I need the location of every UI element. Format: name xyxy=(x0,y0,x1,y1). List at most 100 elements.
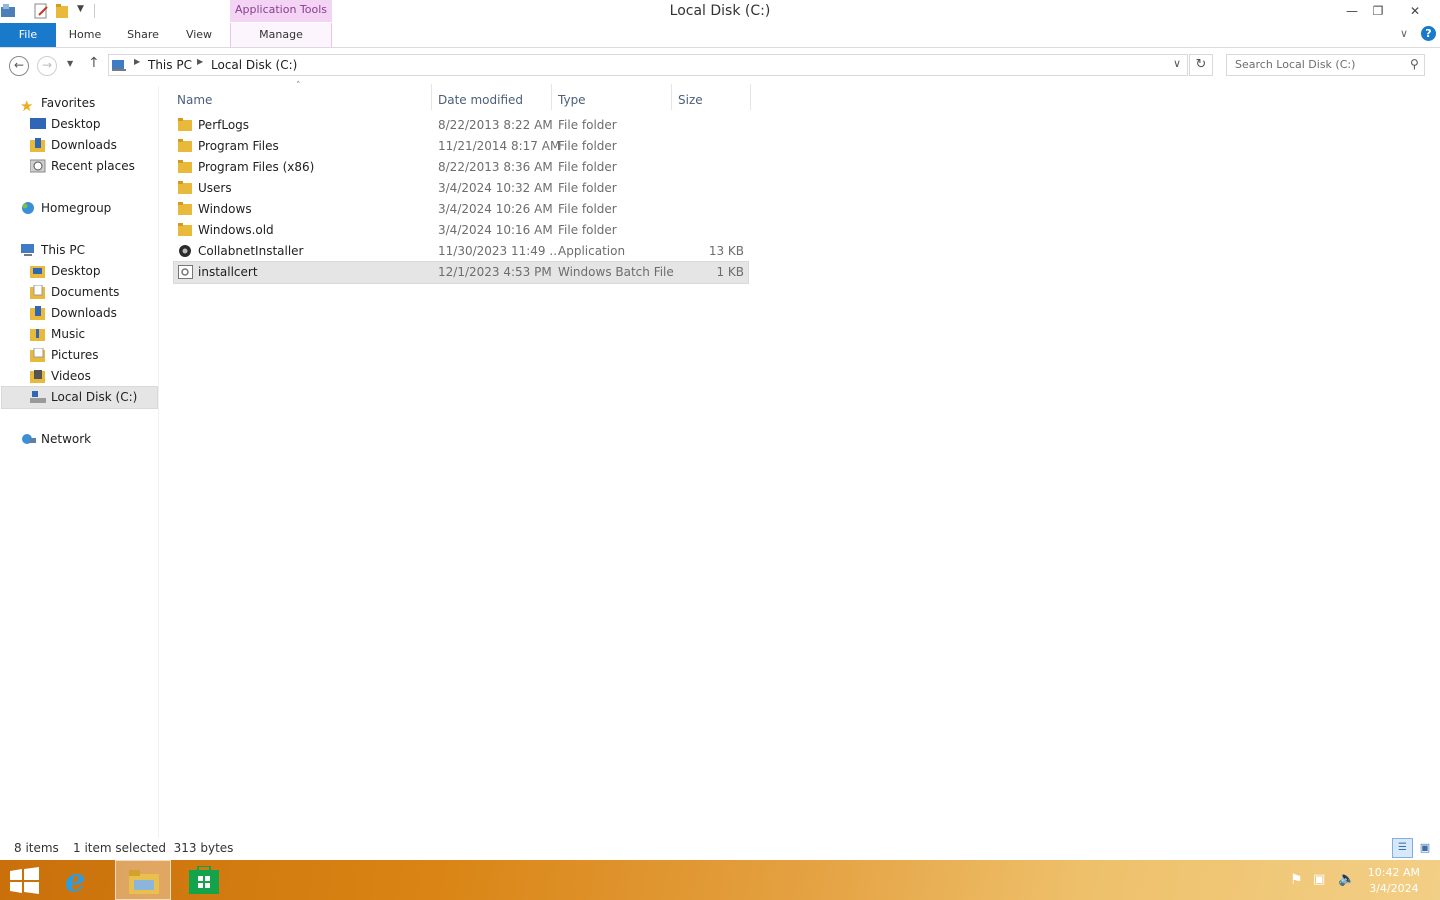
nav-pc-videos[interactable]: Videos xyxy=(30,366,91,387)
clock-time: 10:42 AM xyxy=(1367,866,1420,879)
network-status-icon[interactable]: ▣ xyxy=(1313,872,1325,887)
nav-fav-downloads[interactable]: Downloads xyxy=(30,135,117,156)
recent-places-icon xyxy=(30,159,46,172)
refresh-icon[interactable]: ↻ xyxy=(1189,54,1213,76)
nav-pc-pictures[interactable]: Pictures xyxy=(30,345,99,366)
nav-item-label: Videos xyxy=(51,369,91,383)
tab-manage[interactable]: Manage xyxy=(230,23,332,47)
clock-date: 3/4/2024 xyxy=(1369,882,1419,895)
tab-home[interactable]: Home xyxy=(62,23,108,47)
file-name: Windows xyxy=(198,202,252,216)
breadcrumb-arrow-icon[interactable]: ▶ xyxy=(134,57,140,66)
search-input[interactable]: Search Local Disk (C:) ⚲ xyxy=(1226,54,1425,76)
nav-pc-music[interactable]: Music xyxy=(30,324,85,345)
breadcrumb-local-disk[interactable]: Local Disk (C:) xyxy=(211,58,297,72)
nav-network[interactable]: Network xyxy=(20,429,91,450)
taskbar-file-explorer[interactable] xyxy=(115,860,171,900)
forward-button[interactable]: → xyxy=(37,56,57,76)
start-button[interactable] xyxy=(0,860,56,900)
large-icons-view-icon[interactable]: ▣ xyxy=(1417,840,1433,856)
nav-fav-desktop[interactable]: Desktop xyxy=(30,114,101,135)
nav-this-pc-label: This PC xyxy=(41,243,85,257)
file-row-windows-old[interactable]: Windows.old 3/4/2024 10:16 AM File folde… xyxy=(174,220,748,241)
system-clock[interactable]: 10:42 AM 3/4/2024 xyxy=(1368,865,1420,897)
nav-fav-recent[interactable]: Recent places xyxy=(30,156,135,177)
pane-divider[interactable] xyxy=(158,86,159,838)
folder-icon xyxy=(178,202,192,215)
navigation-bar: ← → ▼ ↑ ▶ This PC ▶ Local Disk (C:) ∨ ↻ … xyxy=(0,48,1440,82)
homegroup-icon xyxy=(22,201,34,214)
file-date: 8/22/2013 8:36 AM xyxy=(438,160,553,174)
file-type: Windows Batch File xyxy=(558,265,674,279)
file-row-perflogs[interactable]: PerfLogs 8/22/2013 8:22 AM File folder xyxy=(174,115,748,136)
address-dropdown-icon[interactable]: ∨ xyxy=(1173,57,1181,70)
recent-locations-icon[interactable]: ▼ xyxy=(67,59,73,68)
column-header-size[interactable]: Size xyxy=(678,88,703,112)
tab-file[interactable]: File xyxy=(0,23,56,47)
back-button[interactable]: ← xyxy=(9,56,29,76)
column-header-date[interactable]: Date modified xyxy=(438,88,523,112)
nav-this-pc[interactable]: This PC xyxy=(20,240,85,261)
up-button[interactable]: ↑ xyxy=(88,55,100,71)
file-row-collabnetinstaller[interactable]: CollabnetInstaller 11/30/2023 11:49 ... … xyxy=(174,241,748,262)
music-folder-icon xyxy=(30,328,45,341)
title-bar: ▼ Application Tools Local Disk (C:) — ❐ … xyxy=(0,0,1440,23)
search-icon[interactable]: ⚲ xyxy=(1410,57,1419,71)
column-divider[interactable] xyxy=(671,84,672,110)
column-divider[interactable] xyxy=(750,84,751,110)
file-name: installcert xyxy=(198,265,258,279)
nav-favorites-label: Favorites xyxy=(41,96,96,110)
breadcrumb-arrow-icon[interactable]: ▶ xyxy=(197,57,203,66)
nav-item-label: Downloads xyxy=(51,306,117,320)
file-date: 3/4/2024 10:16 AM xyxy=(438,223,553,237)
column-divider[interactable] xyxy=(431,84,432,110)
volume-muted-icon[interactable]: 🔈 xyxy=(1338,871,1355,887)
pictures-folder-icon xyxy=(30,347,45,362)
file-name: Program Files xyxy=(198,139,279,153)
nav-homegroup[interactable]: Homegroup xyxy=(20,198,111,219)
file-size: 13 KB xyxy=(708,244,744,258)
desktop-folder-icon xyxy=(30,265,45,278)
nav-homegroup-label: Homegroup xyxy=(41,201,112,215)
file-type: File folder xyxy=(558,118,617,132)
store-icon xyxy=(189,866,219,894)
file-row-installcert[interactable]: installcert 12/1/2023 4:53 PM Windows Ba… xyxy=(173,261,749,284)
nav-network-label: Network xyxy=(41,432,92,446)
taskbar-store[interactable] xyxy=(176,860,232,900)
expand-ribbon-icon[interactable]: ∨ xyxy=(1400,27,1408,40)
windows-logo-icon xyxy=(10,867,39,894)
folder-icon xyxy=(178,139,192,152)
file-list: ˄ Name Date modified Type Size PerfLogs … xyxy=(172,81,1440,844)
restore-button[interactable]: ❐ xyxy=(1360,0,1396,22)
nav-pc-documents[interactable]: Documents xyxy=(30,282,119,303)
folder-icon xyxy=(178,223,192,236)
file-size: 1 KB xyxy=(716,265,744,279)
column-divider[interactable] xyxy=(551,84,552,110)
file-row-users[interactable]: Users 3/4/2024 10:32 AM File folder xyxy=(174,178,748,199)
nav-favorites[interactable]: ★ Favorites xyxy=(20,93,96,115)
details-view-icon[interactable]: ☰ xyxy=(1392,838,1413,858)
file-name: PerfLogs xyxy=(198,118,250,132)
breadcrumb-this-pc[interactable]: This PC xyxy=(148,58,192,72)
file-row-program-files[interactable]: Program Files 11/21/2014 8:17 AM File fo… xyxy=(174,136,748,157)
column-header-type[interactable]: Type xyxy=(558,88,586,112)
file-type: File folder xyxy=(558,181,617,195)
column-header-name[interactable]: Name xyxy=(177,88,212,112)
address-bar[interactable]: ▶ This PC ▶ Local Disk (C:) ∨ xyxy=(108,54,1188,76)
tab-share[interactable]: Share xyxy=(120,23,166,47)
file-row-windows[interactable]: Windows 3/4/2024 10:26 AM File folder xyxy=(174,199,748,220)
nav-pc-local-disk[interactable]: Local Disk (C:) xyxy=(1,386,158,409)
file-date: 3/4/2024 10:32 AM xyxy=(438,181,553,195)
nav-pc-desktop[interactable]: Desktop xyxy=(30,261,101,282)
file-row-program-files-x86[interactable]: Program Files (x86) 8/22/2013 8:36 AM Fi… xyxy=(174,157,748,178)
action-center-flag-icon[interactable]: ⚑ xyxy=(1290,872,1303,888)
help-icon[interactable]: ? xyxy=(1421,26,1436,41)
file-date: 12/1/2023 4:53 PM xyxy=(438,265,552,279)
nav-pc-downloads[interactable]: Downloads xyxy=(30,303,117,324)
close-button[interactable]: ✕ xyxy=(1396,0,1434,22)
taskbar-internet-explorer[interactable]: e xyxy=(56,860,112,900)
item-count: 8 items xyxy=(14,841,59,855)
internet-explorer-icon: e xyxy=(65,861,86,899)
network-icon xyxy=(22,433,36,444)
tab-view[interactable]: View xyxy=(178,23,220,47)
